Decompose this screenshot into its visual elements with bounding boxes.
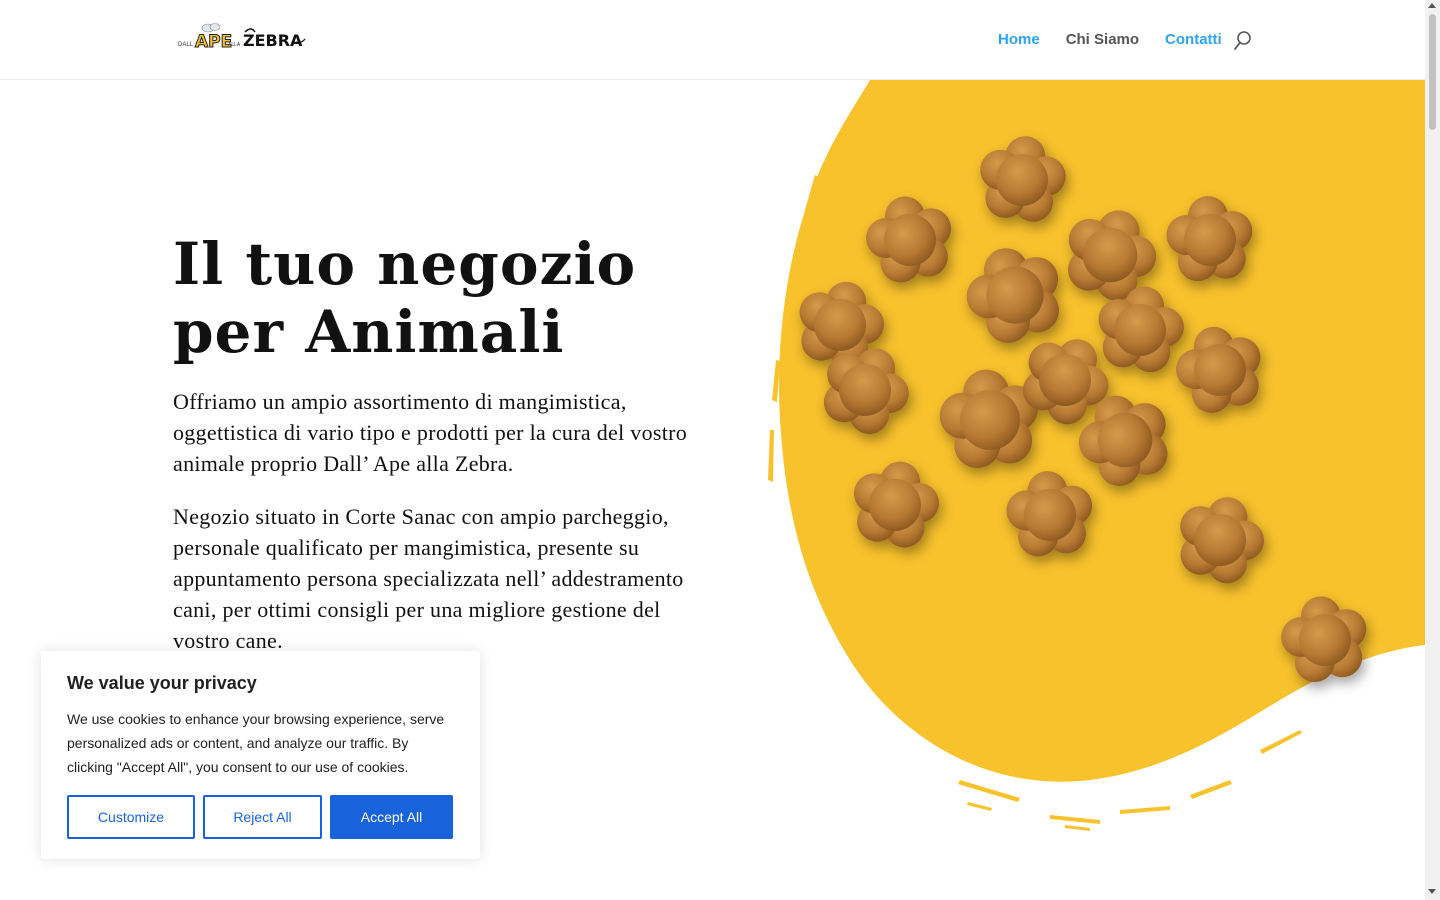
nav-chi-siamo[interactable]: Chi Siamo: [1066, 31, 1139, 48]
main-nav: Home Chi Siamo Contatti: [998, 31, 1222, 48]
scroll-down-arrow-icon[interactable]: [1428, 889, 1436, 894]
site-logo[interactable]: DALL APE ALLA ZEBRA: [175, 16, 310, 53]
nav-home[interactable]: Home: [998, 31, 1040, 48]
scrollbar-thumb[interactable]: [1429, 14, 1436, 130]
site-header: DALL APE ALLA ZEBRA Home Chi Siamo Conta…: [0, 0, 1425, 80]
hero-title-line1: Il tuo negozio: [173, 230, 637, 298]
hero-paragraph-1: Offriamo un ampio assortimento di mangim…: [173, 389, 688, 476]
reject-all-button[interactable]: Reject All: [203, 795, 322, 839]
scroll-up-arrow-icon[interactable]: [1428, 3, 1436, 8]
customize-button[interactable]: Customize: [67, 795, 195, 839]
svg-text:ZEBRA: ZEBRA: [243, 31, 303, 50]
svg-text:DALL: DALL: [178, 42, 194, 48]
search-icon[interactable]: [1233, 30, 1253, 52]
cookie-title: We value your privacy: [67, 673, 257, 693]
svg-text:ALLA: ALLA: [228, 42, 241, 48]
cookie-banner: We value your privacy We use cookies to …: [41, 651, 480, 859]
page-scrollbar[interactable]: [1425, 0, 1440, 900]
svg-text:APE: APE: [195, 32, 232, 52]
hero-paragraph-2: Negozio situato in Corte Sanac con ampio…: [173, 504, 684, 653]
hero-title-line2: per Animali: [173, 298, 565, 366]
cookie-text: We use cookies to enhance your browsing …: [67, 711, 445, 775]
logo-image: DALL APE ALLA ZEBRA: [178, 23, 306, 53]
hero-title: Il tuo negozio per Animali: [173, 230, 733, 366]
nav-contatti[interactable]: Contatti: [1165, 31, 1222, 48]
hero-image: [760, 80, 1425, 840]
accept-all-button[interactable]: Accept All: [330, 795, 453, 839]
